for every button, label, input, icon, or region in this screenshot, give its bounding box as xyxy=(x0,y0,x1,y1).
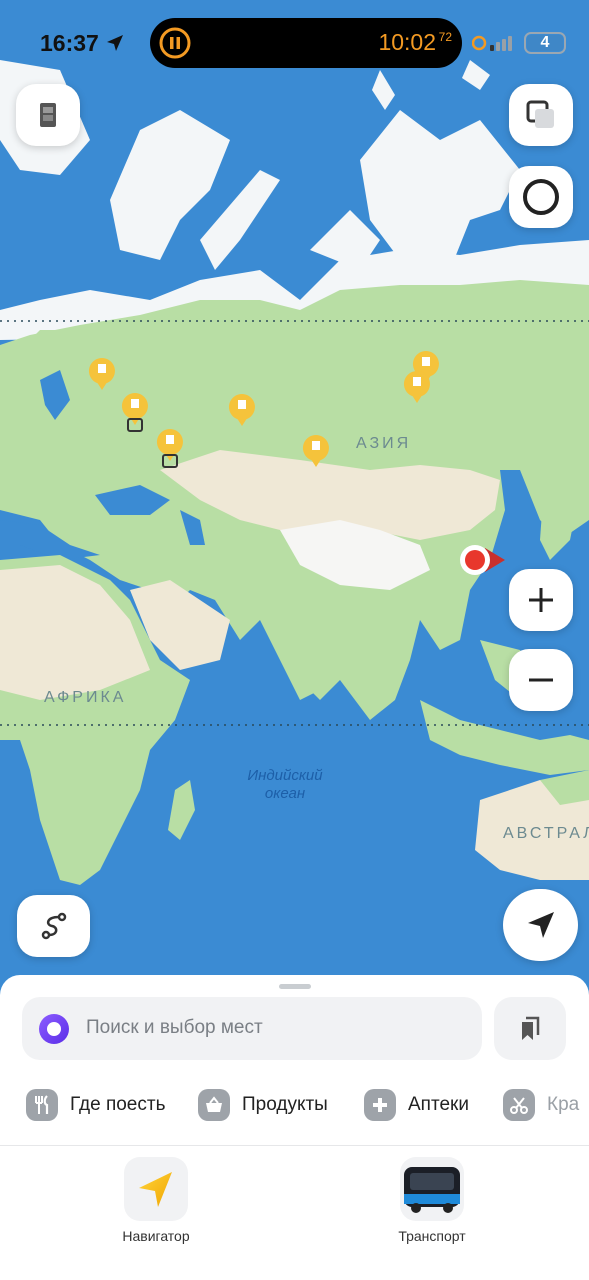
bookmarks-button[interactable] xyxy=(494,997,566,1060)
category-pharmacy[interactable]: Аптеки xyxy=(364,1088,469,1122)
search-input[interactable]: Поиск и выбор мест xyxy=(22,997,482,1060)
my-location-button[interactable] xyxy=(503,889,578,961)
bus-icon xyxy=(404,1167,460,1213)
route-icon xyxy=(41,912,66,940)
fork-knife-icon xyxy=(26,1089,58,1121)
transport-tile xyxy=(400,1157,464,1221)
battery-icon: 4 xyxy=(524,32,566,54)
tab-label: Транспорт xyxy=(398,1228,466,1244)
category-label: Кра xyxy=(547,1094,580,1115)
category-beauty[interactable]: Кра xyxy=(503,1088,579,1122)
zoom-out-button[interactable] xyxy=(509,649,573,711)
search-placeholder: Поиск и выбор мест xyxy=(86,1017,263,1038)
navigation-arrow-icon xyxy=(527,912,554,938)
maps-app: АЗИЯ АФРИКА АВСТРАЛ Индийский океан 16:3… xyxy=(0,0,589,1280)
map-label-africa: АФРИКА xyxy=(44,689,127,706)
tab-transport[interactable]: Транспорт xyxy=(357,1157,507,1244)
timer-fraction: 72 xyxy=(438,30,452,44)
alice-assistant-icon[interactable] xyxy=(38,1013,70,1045)
compass-icon xyxy=(523,179,559,215)
scissors-icon xyxy=(503,1089,535,1121)
zoom-in-button[interactable] xyxy=(509,569,573,631)
minus-icon xyxy=(529,678,553,682)
category-row: Где поесть Продукты Аптеки Кра xyxy=(26,1088,589,1124)
timer-text: 10:02 xyxy=(378,29,436,55)
category-label: Где поесть xyxy=(70,1094,166,1115)
layers-icon xyxy=(526,100,554,128)
compass-button[interactable] xyxy=(509,166,573,228)
status-time: 16:37 xyxy=(40,30,99,56)
signal-icon xyxy=(472,35,512,51)
navigator-arrow-icon xyxy=(139,1172,172,1207)
divider xyxy=(0,1145,589,1146)
tab-navigator[interactable]: Навигатор xyxy=(81,1157,231,1244)
navigator-tile xyxy=(124,1157,188,1221)
category-food[interactable]: Где поесть xyxy=(26,1088,165,1122)
pharmacy-cross-icon xyxy=(364,1089,396,1121)
battery-level: 4 xyxy=(527,34,563,51)
ocean-label-line2: океан xyxy=(264,785,306,802)
avatar-icon xyxy=(40,103,56,127)
category-label: Продукты xyxy=(242,1094,328,1115)
ocean-label-line1: Индийский xyxy=(247,767,323,784)
sheet-handle[interactable] xyxy=(279,984,311,989)
basket-icon xyxy=(198,1089,230,1121)
category-label: Аптеки xyxy=(408,1094,469,1115)
bottom-sheet: Поиск и выбор мест Где поесть Продукты А… xyxy=(0,975,589,1280)
tab-label: Навигатор xyxy=(122,1228,190,1244)
pause-icon[interactable] xyxy=(158,26,192,60)
status-bar: 16:37 10:02 72 4 xyxy=(0,0,589,86)
plus-icon xyxy=(529,588,553,612)
location-arrow-icon xyxy=(107,35,123,51)
route-button[interactable] xyxy=(17,895,90,957)
map-label-asia: АЗИЯ xyxy=(356,435,412,452)
layers-button[interactable] xyxy=(509,84,573,146)
category-groceries[interactable]: Продукты xyxy=(198,1088,328,1122)
bookmarks-icon xyxy=(522,1016,540,1040)
map-label-australia: АВСТРАЛ xyxy=(503,825,589,842)
map-label-indian-ocean: Индийский океан xyxy=(230,767,340,803)
profile-avatar-button[interactable] xyxy=(16,84,80,146)
dynamic-island-timer[interactable]: 10:02 72 xyxy=(150,18,462,68)
